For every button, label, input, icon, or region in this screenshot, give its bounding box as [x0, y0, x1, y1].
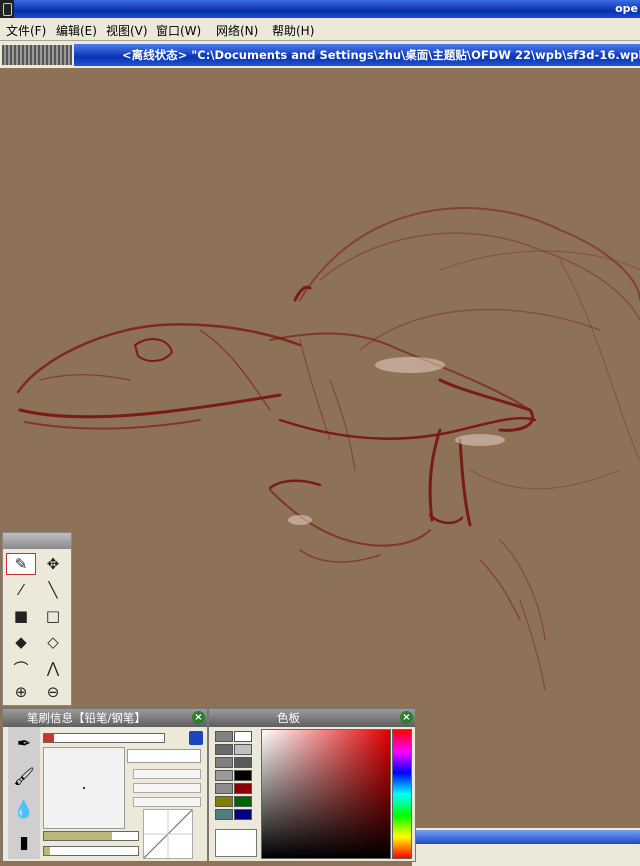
- menu-bar: 文件(F) 编辑(E) 视图(V) 窗口(W) 网络(N) 帮助(H): [0, 18, 640, 41]
- brush-panel-header[interactable]: 笔刷信息【铅笔/钢笔】 ×: [3, 709, 207, 727]
- brush-param-field-1[interactable]: [133, 769, 201, 779]
- color-swatch[interactable]: [234, 770, 252, 781]
- menu-edit[interactable]: 编辑(E): [56, 22, 97, 39]
- menu-help[interactable]: 帮助(H): [272, 22, 314, 39]
- eyedropper-tool-icon[interactable]: ⁄: [6, 579, 36, 601]
- curve-tool-icon[interactable]: ⌒: [6, 657, 36, 679]
- color-swatch[interactable]: [234, 744, 252, 755]
- brush-size-slider[interactable]: [43, 733, 165, 743]
- menu-view[interactable]: 视图(V): [106, 22, 148, 39]
- app-title-bar: ope: [0, 0, 640, 18]
- menu-window[interactable]: 窗口(W): [156, 22, 201, 39]
- pressure-curve[interactable]: [143, 809, 193, 859]
- app-title: ope: [615, 2, 638, 15]
- save-icon[interactable]: [189, 731, 203, 745]
- tool-panel: ✎ ✥ ⁄ ╲ ■ □ ◆ ◇ ⌒ ⋀ ⊕ ⊖: [2, 532, 72, 706]
- fill-rect-tool-icon[interactable]: ■: [6, 605, 36, 627]
- rect-tool-icon[interactable]: □: [38, 605, 68, 627]
- document-grip[interactable]: [2, 45, 72, 65]
- close-icon[interactable]: ×: [192, 711, 205, 724]
- color-panel-header[interactable]: 色板 ×: [209, 709, 415, 727]
- color-swatch[interactable]: [215, 744, 233, 755]
- hue-slider[interactable]: [392, 729, 412, 859]
- current-color[interactable]: [215, 829, 257, 857]
- tool-panel-header[interactable]: [3, 533, 71, 549]
- brush-icon[interactable]: 🖌: [8, 760, 40, 793]
- pen-tool-icon[interactable]: ✎: [6, 553, 36, 575]
- color-swatch[interactable]: [215, 757, 233, 768]
- brush-preview: [43, 747, 125, 829]
- menu-network[interactable]: 网络(N): [216, 22, 258, 39]
- water-brush-icon[interactable]: 💧: [8, 793, 40, 826]
- zoom-in-tool-icon[interactable]: ⊕: [6, 681, 36, 703]
- brush-shape-selector[interactable]: [127, 749, 201, 763]
- saturation-value-picker[interactable]: [261, 729, 391, 859]
- color-swatch[interactable]: [234, 809, 252, 820]
- eraser-brush-icon[interactable]: ▮: [8, 826, 40, 859]
- window-grip-icon[interactable]: [0, 0, 14, 18]
- color-swatch[interactable]: [234, 731, 252, 742]
- polyline-tool-icon[interactable]: ⋀: [38, 657, 68, 679]
- pen-brush-icon[interactable]: ✒: [8, 727, 40, 760]
- polygon-tool-icon[interactable]: ◇: [38, 631, 68, 653]
- line-tool-icon[interactable]: ╲: [38, 579, 68, 601]
- brush-panel: 笔刷信息【铅笔/钢笔】 × ✒ 🖌 💧 ▮: [2, 708, 208, 862]
- color-swatch[interactable]: [234, 757, 252, 768]
- color-swatch[interactable]: [215, 796, 233, 807]
- brush-param-field-3[interactable]: [133, 797, 201, 807]
- menu-file[interactable]: 文件(F): [6, 22, 46, 39]
- zoom-out-tool-icon[interactable]: ⊖: [38, 681, 68, 703]
- scrollbar-track[interactable]: [412, 830, 640, 844]
- color-swatch[interactable]: [215, 809, 233, 820]
- move-tool-icon[interactable]: ✥: [38, 553, 68, 575]
- close-icon[interactable]: ×: [400, 711, 413, 724]
- document-title: <离线状态> "C:\Documents and Settings\zhu\桌面…: [74, 44, 640, 66]
- document-bar: <离线状态> "C:\Documents and Settings\zhu\桌面…: [0, 41, 640, 68]
- color-swatch[interactable]: [234, 783, 252, 794]
- brush-opacity-slider[interactable]: [43, 831, 139, 841]
- color-swatch[interactable]: [215, 783, 233, 794]
- brush-param-field-2[interactable]: [133, 783, 201, 793]
- color-panel: 色板 ×: [208, 708, 416, 862]
- color-swatch[interactable]: [215, 770, 233, 781]
- brush-type-list: ✒ 🖌 💧 ▮: [8, 727, 40, 859]
- brush-density-slider[interactable]: [43, 846, 139, 856]
- color-swatch[interactable]: [234, 796, 252, 807]
- fill-polygon-tool-icon[interactable]: ◆: [6, 631, 36, 653]
- brush-panel-title: 笔刷信息【铅笔/钢笔】: [27, 711, 146, 725]
- color-swatch[interactable]: [215, 731, 233, 742]
- bottom-scrollbar[interactable]: [412, 828, 640, 866]
- color-panel-title: 色板: [277, 711, 300, 725]
